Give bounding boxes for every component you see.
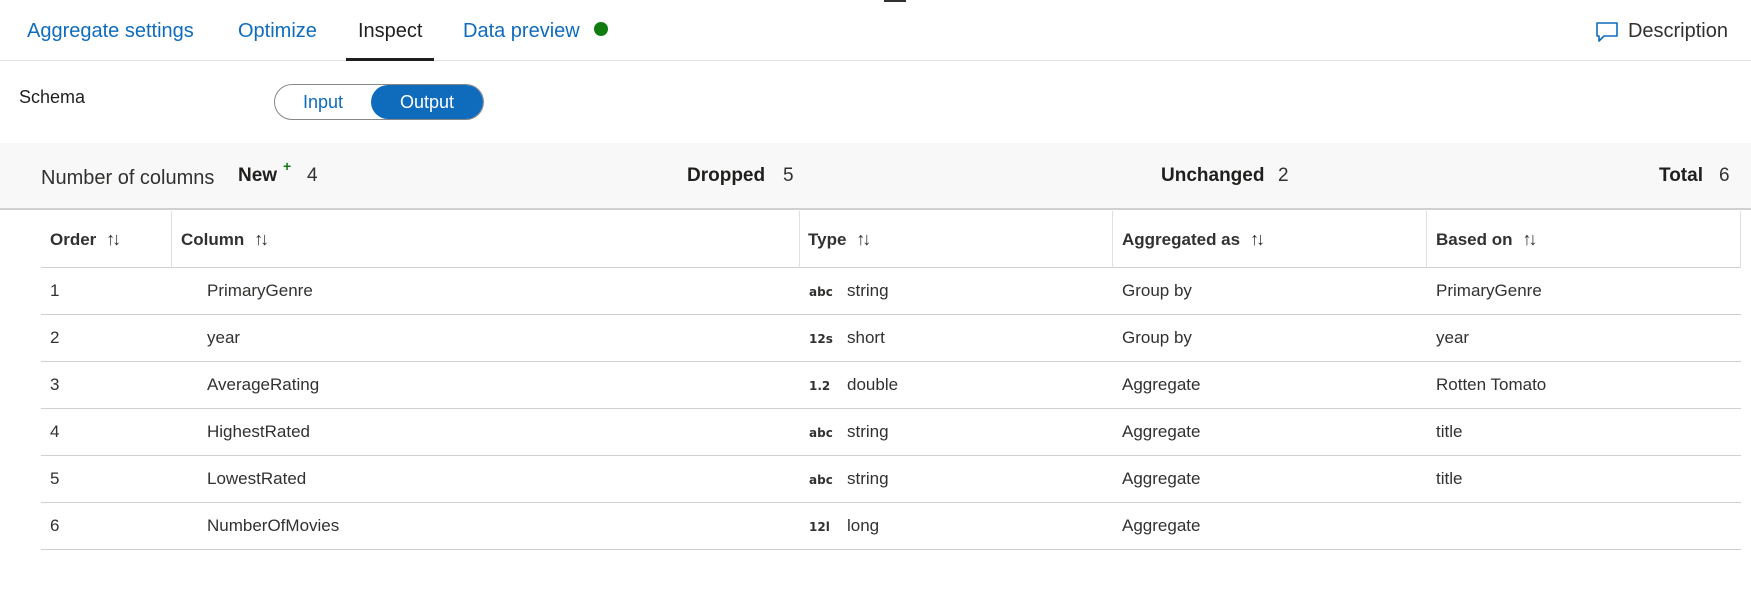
cell-order: 4 [50,422,60,441]
tab-aggregate-settings[interactable]: Aggregate settings [27,20,194,61]
type-label: string [847,422,889,441]
column-divider[interactable] [1426,211,1427,268]
long-type-icon: 12l [809,520,830,534]
tab-data-preview[interactable]: Data preview [463,20,608,61]
cell-based-on: title [1436,422,1463,441]
sort-icon: ↑↓ [856,229,871,249]
cell-aggregated-as: Aggregate [1122,375,1201,394]
tab-label: Inspect [358,20,423,42]
cell-column: HighestRated [207,422,311,441]
cell-type: abc string [809,409,889,455]
cell-order: 1 [50,281,60,300]
tab-label: Data preview [463,20,580,42]
cell-aggregated-as: Group by [1122,328,1192,347]
short-type-icon: 12s [809,332,833,346]
schema-input-output-toggle[interactable]: Input Output [274,84,484,120]
toggle-option-input[interactable]: Input [275,85,371,119]
table-row[interactable]: 3 AverageRating 1.2 double Aggregate Rott… [41,362,1741,409]
schema-table: Order ↑↓ Column ↑↓ Type ↑↓ Aggregated as ↑↓ … [41,211,1741,550]
header-column[interactable]: Column ↑↓ [181,211,269,268]
table-row[interactable]: 6 NumberOfMovies 12l long Aggregate [41,503,1741,550]
string-type-icon: abc [809,285,833,299]
active-tab-indicator [346,58,435,61]
cell-order: 5 [50,469,60,488]
header-label: Column [181,230,245,249]
cell-type: 1.2 double [809,362,898,408]
table-row[interactable]: 1 PrimaryGenre abc string Group by Primar… [41,268,1741,315]
unchanged-value: 2 [1278,165,1289,186]
summary-label: Number of columns [41,167,215,189]
new-value: 4 [307,165,318,186]
cell-type: abc string [809,268,889,314]
cell-based-on: title [1436,469,1463,488]
header-aggregated-as[interactable]: Aggregated as ↑↓ [1122,211,1265,268]
header-label: Aggregated as [1122,230,1241,249]
type-label: double [847,375,899,394]
type-label: short [847,328,885,347]
header-based-on[interactable]: Based on ↑↓ [1436,211,1538,268]
double-type-icon: 1.2 [809,379,831,393]
cell-order: 6 [50,516,60,535]
new-label: New [238,165,278,186]
description-button[interactable]: Description [1595,20,1728,43]
tab-optimize[interactable]: Optimize [238,20,317,61]
type-label: string [847,469,889,488]
cell-order: 2 [50,328,60,347]
column-divider[interactable] [1740,211,1741,268]
schema-label: Schema [19,87,86,107]
sort-icon: ↑↓ [1522,229,1538,249]
dropped-label: Dropped [687,165,766,186]
header-label: Order [50,230,97,249]
header-order[interactable]: Order ↑↓ [50,211,121,268]
status-ok-icon [593,22,608,36]
cell-aggregated-as: Aggregate [1122,516,1201,535]
string-type-icon: abc [809,426,833,440]
sort-icon: ↑↓ [1250,229,1265,249]
table-row[interactable]: 4 HighestRated abc string Aggregate title [41,409,1741,456]
type-label: long [847,516,880,535]
cell-column: LowestRated [207,469,307,488]
table-row[interactable]: 2 year 12s short Group by year [41,315,1741,362]
cell-column: year [207,328,241,347]
total-label: Total [1659,165,1703,186]
cell-order: 3 [50,375,60,394]
sort-icon: ↑↓ [254,229,269,249]
new-marker: + [283,158,292,174]
cell-based-on: year [1436,328,1470,347]
cell-aggregated-as: Aggregate [1122,469,1201,488]
cell-aggregated-as: Group by [1122,281,1192,300]
dropped-value: 5 [783,165,794,186]
tab-label: Aggregate settings [27,20,194,42]
cell-column: NumberOfMovies [207,516,340,535]
type-label: string [847,281,889,300]
sort-icon: ↑↓ [106,229,121,249]
cell-based-on: Rotten Tomato [1436,375,1547,394]
header-type[interactable]: Type ↑↓ [808,211,871,268]
cell-type: 12s short [809,315,885,361]
comment-icon [1596,21,1618,42]
cell-column: AverageRating [207,375,320,394]
tab-bar: Aggregate settings Optimize Inspect Data… [0,0,1751,61]
column-count-summary: Number of columns New + 4 Dropped 5 Unch… [0,143,1751,210]
cell-column: PrimaryGenre [207,281,313,300]
table-row[interactable]: 5 LowestRated abc string Aggregate title [41,456,1741,503]
column-divider[interactable] [1112,211,1113,268]
header-label: Type [808,230,847,249]
string-type-icon: abc [809,473,833,487]
tab-label: Optimize [238,20,317,42]
toggle-option-output[interactable]: Output [371,85,483,119]
column-divider[interactable] [799,211,800,268]
cell-based-on: PrimaryGenre [1436,281,1542,300]
header-label: Based on [1436,230,1513,249]
unchanged-label: Unchanged [1161,165,1265,186]
column-divider[interactable] [171,211,172,268]
table-header: Order ↑↓ Column ↑↓ Type ↑↓ Aggregated as ↑↓ … [41,211,1741,268]
tab-inspect[interactable]: Inspect [346,20,435,61]
cell-type: 12l long [809,503,879,549]
description-label: Description [1627,20,1728,42]
cell-type: abc string [809,456,889,502]
cell-aggregated-as: Aggregate [1122,422,1201,441]
total-value: 6 [1719,165,1730,186]
